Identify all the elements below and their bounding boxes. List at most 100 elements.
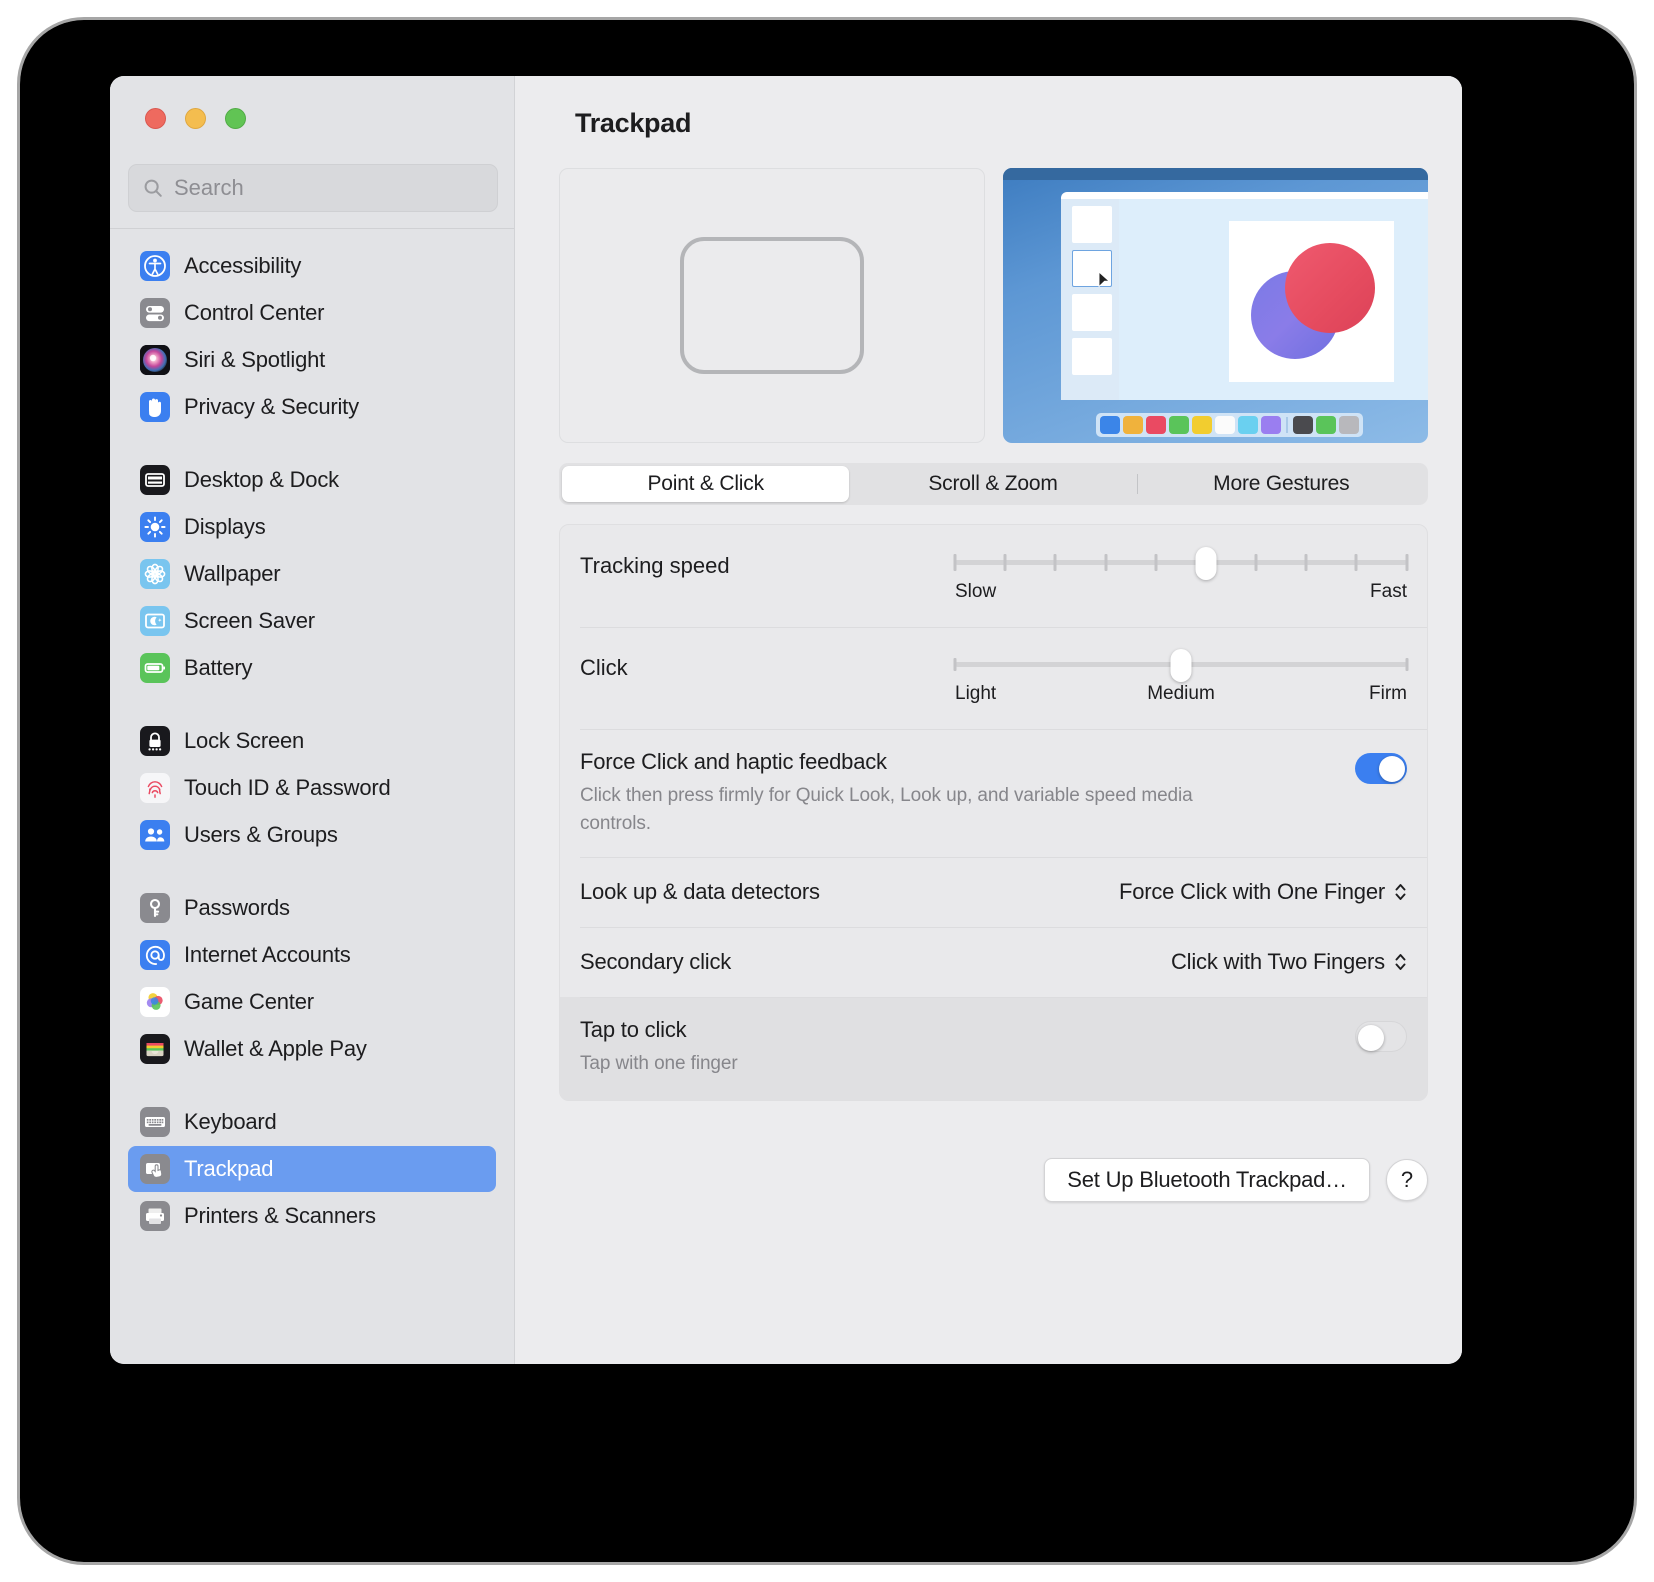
minimize-button[interactable] <box>185 108 206 129</box>
sidebar-item-touch-id[interactable]: Touch ID & Password <box>128 765 496 811</box>
sidebar-item-internet-accounts[interactable]: Internet Accounts <box>128 932 496 978</box>
color-swatch <box>1122 416 1143 434</box>
tab-more-gestures[interactable]: More Gestures <box>1138 466 1425 502</box>
slider-tick <box>1254 554 1258 571</box>
users-groups-icon <box>140 820 170 850</box>
preview-row <box>559 168 1428 443</box>
tap-to-click-text: Tap to click Tap with one finger <box>580 1017 1355 1078</box>
sidebar-item-passwords[interactable]: Passwords <box>128 885 496 931</box>
sidebar-item-users-groups[interactable]: Users & Groups <box>128 812 496 858</box>
sidebar-item-label: Users & Groups <box>184 822 338 847</box>
tracking-speed-slider[interactable] <box>953 547 1409 580</box>
click-control: Light Medium Firm <box>953 649 1409 711</box>
row-tracking-speed: Tracking speed Slow Fast <box>560 525 1427 627</box>
sidebar-item-control-center[interactable]: Control Center <box>128 290 496 336</box>
secondary-click-popup-button[interactable]: Click with Two Fingers <box>1171 949 1407 975</box>
sidebar-item-label: Printers & Scanners <box>184 1203 376 1228</box>
tracking-speed-control: Slow Fast <box>953 547 1409 609</box>
setup-bluetooth-trackpad-button[interactable]: Set Up Bluetooth Trackpad… <box>1044 1158 1370 1202</box>
force-click-text: Force Click and haptic feedback Click th… <box>580 749 1355 837</box>
sidebar-item-printers-scanners[interactable]: Printers & Scanners <box>128 1193 496 1239</box>
touch-id-fingerprint-icon <box>140 773 170 803</box>
sidebar-item-label: Internet Accounts <box>184 942 351 967</box>
gesture-demo-video <box>1002 168 1428 443</box>
close-button[interactable] <box>145 108 166 129</box>
sidebar-item-desktop-dock[interactable]: Desktop & Dock <box>128 457 496 503</box>
demo-thumbnail <box>1071 338 1112 375</box>
sidebar-item-displays[interactable]: Displays <box>128 504 496 550</box>
sidebar-item-lock-screen[interactable]: Lock Screen <box>128 718 496 764</box>
help-button[interactable]: ? <box>1386 1159 1428 1201</box>
sidebar-item-keyboard[interactable]: Keyboard <box>128 1099 496 1145</box>
slider-track <box>955 560 1407 565</box>
sidebar-item-siri-spotlight[interactable]: Siri & Spotlight <box>128 337 496 383</box>
tab-label: Scroll & Zoom <box>928 472 1058 495</box>
wallpaper-flower-icon <box>140 559 170 589</box>
look-up-popup-button[interactable]: Force Click with One Finger <box>1119 879 1407 905</box>
sidebar-divider <box>110 228 514 229</box>
sidebar-item-label: Screen Saver <box>184 608 315 633</box>
displays-brightness-icon <box>140 512 170 542</box>
sidebar-item-accessibility[interactable]: Accessibility <box>128 243 496 289</box>
sidebar-item-label: Accessibility <box>184 253 302 278</box>
zoom-button[interactable] <box>225 108 246 129</box>
click-scale: Light Medium Firm <box>955 683 1407 711</box>
row-force-click: Force Click and haptic feedback Click th… <box>560 729 1427 857</box>
internet-accounts-at-icon <box>140 940 170 970</box>
demo-thumbnail <box>1071 206 1112 243</box>
trackpad-outline-shape <box>679 237 864 374</box>
color-swatch <box>1338 416 1359 434</box>
printer-icon <box>140 1201 170 1231</box>
accessibility-icon <box>140 251 170 281</box>
trackpad-icon <box>140 1154 170 1184</box>
tab-label: More Gestures <box>1213 472 1350 495</box>
sidebar-item-game-center[interactable]: Game Center <box>128 979 496 1025</box>
secondary-click-label: Secondary click <box>580 949 732 975</box>
sidebar-item-trackpad[interactable]: Trackpad <box>128 1146 496 1192</box>
tab-point-and-click[interactable]: Point & Click <box>562 466 850 502</box>
color-swatch <box>1292 416 1313 434</box>
sidebar-item-label: Trackpad <box>184 1156 274 1181</box>
slider-min-label: Light <box>955 683 997 704</box>
slider-tick <box>1405 658 1409 671</box>
settings-card: Tracking speed Slow Fast Click Light Med… <box>559 524 1428 1101</box>
window-controls <box>145 108 246 129</box>
sidebar-item-label: Lock Screen <box>184 728 305 753</box>
sidebar-item-screen-saver[interactable]: Screen Saver <box>128 598 496 644</box>
click-knob[interactable] <box>1170 649 1192 682</box>
sidebar-item-label: Displays <box>184 514 266 539</box>
content-pane: Trackpad Point & Click Scroll & Zoom Mor… <box>515 76 1462 1364</box>
slider-tick <box>1154 554 1158 571</box>
palette-separator <box>1285 417 1288 433</box>
sidebar-item-wallpaper[interactable]: Wallpaper <box>128 551 496 597</box>
search-input[interactable] <box>174 175 484 201</box>
passwords-key-icon <box>140 893 170 923</box>
row-secondary-click: Secondary click Click with Two Fingers <box>560 927 1427 997</box>
row-tap-to-click: Tap to click Tap with one finger <box>560 997 1427 1100</box>
slider-tick <box>953 658 957 671</box>
sidebar-item-privacy-security[interactable]: Privacy & Security <box>128 384 496 430</box>
toggle-thumb <box>1358 1024 1384 1051</box>
tracking-speed-knob[interactable] <box>1195 547 1217 580</box>
tap-to-click-description: Tap with one finger <box>580 1053 738 1075</box>
sidebar-item-wallet-apple-pay[interactable]: Wallet & Apple Pay <box>128 1026 496 1072</box>
tap-to-click-toggle[interactable] <box>1355 1021 1407 1053</box>
look-up-value: Force Click with One Finger <box>1118 879 1385 905</box>
tab-bar: Point & Click Scroll & Zoom More Gesture… <box>559 463 1428 505</box>
tab-scroll-and-zoom[interactable]: Scroll & Zoom <box>849 466 1136 502</box>
slider-tick <box>1104 554 1108 571</box>
force-click-toggle[interactable] <box>1355 753 1407 784</box>
row-look-up: Look up & data detectors Force Click wit… <box>560 857 1427 927</box>
look-up-label: Look up & data detectors <box>580 879 820 905</box>
slider-tick <box>1405 554 1409 571</box>
color-swatch <box>1260 416 1281 434</box>
privacy-hand-icon <box>140 392 170 422</box>
search-box[interactable] <box>128 164 498 212</box>
click-slider[interactable] <box>953 649 1409 682</box>
tab-label: Point & Click <box>647 472 764 495</box>
sidebar-item-label: Desktop & Dock <box>184 467 339 492</box>
sidebar-item-label: Battery <box>184 655 253 680</box>
sidebar-item-battery[interactable]: Battery <box>128 645 496 691</box>
sidebar-item-label: Siri & Spotlight <box>184 347 326 372</box>
demo-thumbnail-selected <box>1071 250 1112 288</box>
